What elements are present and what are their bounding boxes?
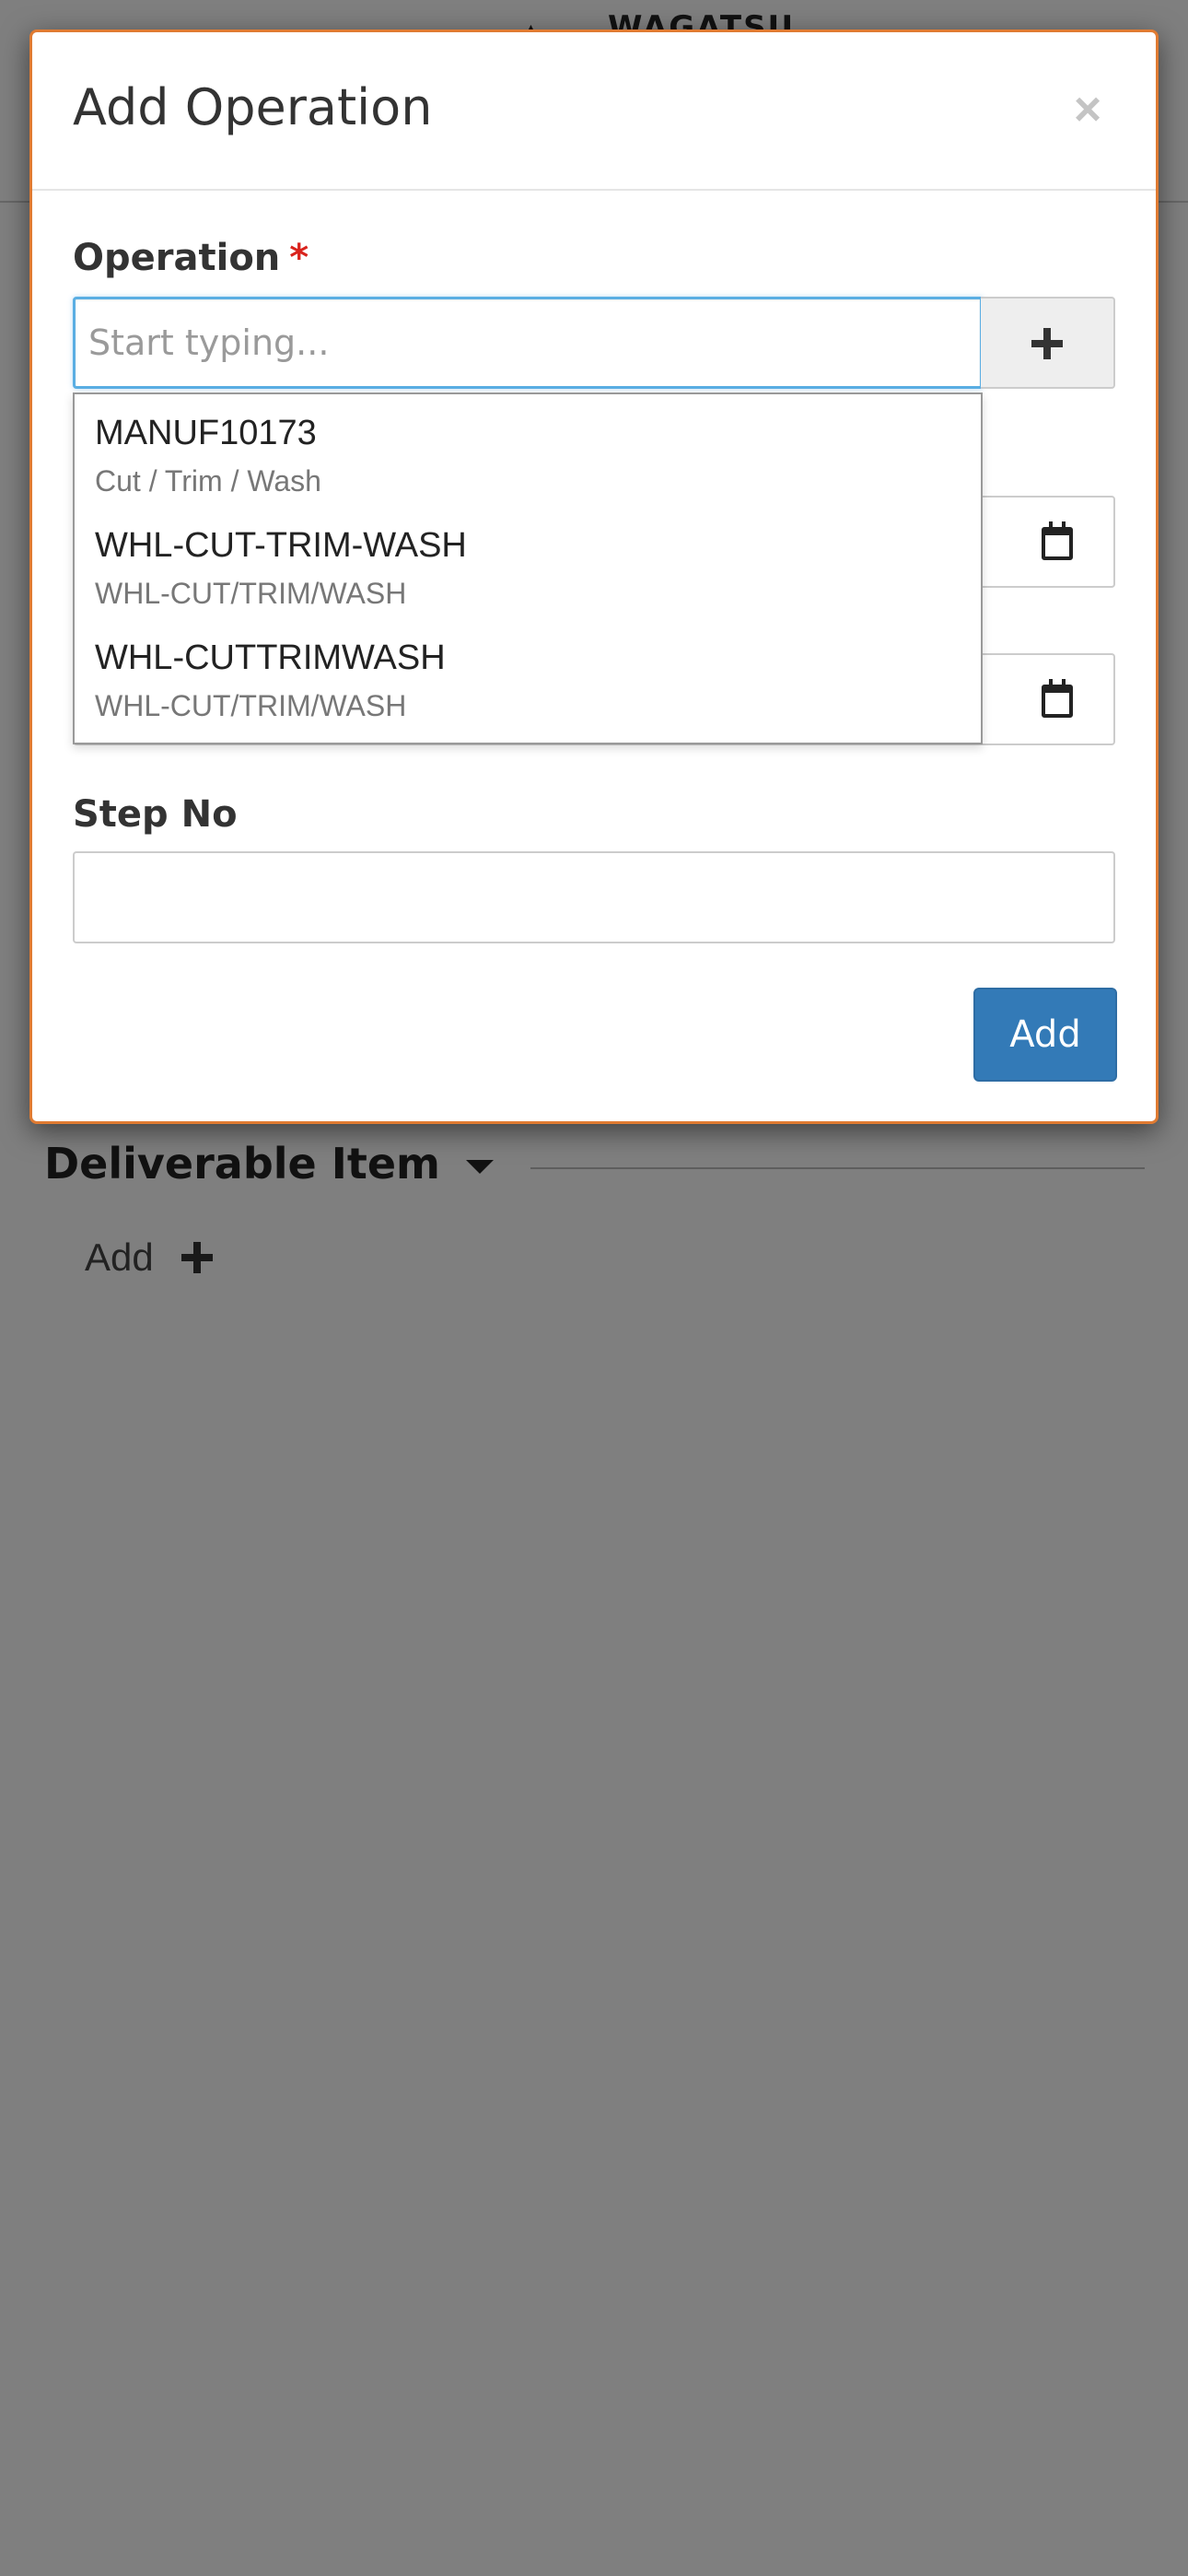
add-submit-button[interactable]: Add	[973, 988, 1117, 1082]
modal-title: Add Operation	[73, 78, 433, 136]
add-operation-modal: Add Operation × Operation* Step No Add M…	[29, 29, 1159, 1124]
autocomplete-item[interactable]: WHL-CUTTRIMWASH WHL-CUT/TRIM/WASH	[75, 636, 981, 748]
operation-search-input[interactable]	[73, 297, 983, 389]
plus-icon	[1031, 328, 1063, 359]
autocomplete-item[interactable]: WHL-CUT-TRIM-WASH WHL-CUT/TRIM/WASH	[75, 523, 981, 636]
calendar-icon[interactable]	[1042, 521, 1073, 560]
required-marker: *	[289, 237, 309, 279]
operation-label-text: Operation	[73, 237, 281, 279]
step-no-input[interactable]	[73, 851, 1115, 943]
autocomplete-item-code: MANUF10173	[95, 414, 317, 452]
step-no-label: Step No	[73, 793, 238, 836]
modal-header: Add Operation ×	[32, 32, 1156, 191]
autocomplete-item[interactable]: MANUF10173 Cut / Trim / Wash	[75, 411, 981, 523]
operation-label: Operation *	[73, 237, 309, 279]
close-icon[interactable]: ×	[1060, 82, 1115, 137]
autocomplete-item-code: WHL-CUT-TRIM-WASH	[95, 526, 467, 565]
autocomplete-item-description: WHL-CUT/TRIM/WASH	[95, 689, 407, 722]
autocomplete-item-description: Cut / Trim / Wash	[95, 464, 321, 498]
autocomplete-item-description: WHL-CUT/TRIM/WASH	[95, 577, 407, 610]
calendar-icon[interactable]	[1042, 679, 1073, 718]
autocomplete-item-code: WHL-CUTTRIMWASH	[95, 638, 446, 677]
new-operation-button[interactable]	[981, 297, 1115, 389]
operation-autocomplete-list: MANUF10173 Cut / Trim / Wash WHL-CUT-TRI…	[73, 392, 983, 744]
